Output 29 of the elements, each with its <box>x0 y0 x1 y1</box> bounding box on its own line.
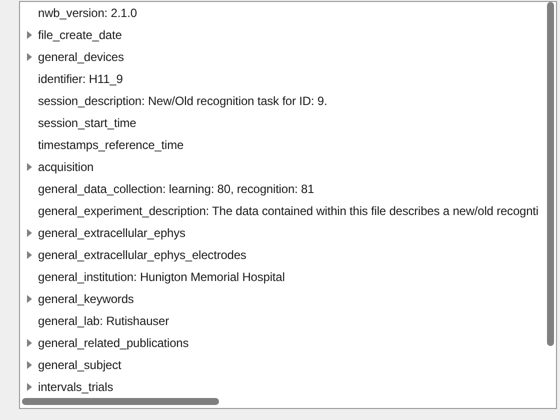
expand-arrow-icon[interactable] <box>27 251 32 259</box>
expand-arrow-icon[interactable] <box>27 383 32 391</box>
expand-arrow-icon[interactable] <box>27 295 32 303</box>
tree-item[interactable]: general_data_collection: learning: 80, recognition: 81 <box>38 180 314 198</box>
tree-item[interactable]: general_extracellular_ephys <box>38 224 186 242</box>
tree-item[interactable]: identifier: H11_9 <box>38 70 123 88</box>
tree-item[interactable]: general_experiment_description: The data contained within this file describes a new/old recognti <box>38 202 538 220</box>
tree-item[interactable]: timestamps_reference_time <box>38 136 184 154</box>
horizontal-scrollbar[interactable] <box>22 398 219 405</box>
tree-item[interactable]: general_devices <box>38 48 124 66</box>
expand-arrow-icon[interactable] <box>27 53 32 61</box>
tree-item[interactable]: acquisition <box>38 158 94 176</box>
tree-item[interactable]: file_create_date <box>38 26 122 44</box>
expand-arrow-icon[interactable] <box>27 229 32 237</box>
expand-arrow-icon[interactable] <box>27 31 32 39</box>
expand-arrow-icon[interactable] <box>27 163 32 171</box>
tree-item[interactable]: general_extracellular_ephys_electrodes <box>38 246 246 264</box>
tree-item[interactable]: general_keywords <box>38 290 134 308</box>
tree-item[interactable]: session_description: New/Old recognition task for ID: 9. <box>38 92 328 110</box>
tree-item[interactable]: general_related_publications <box>38 334 189 352</box>
tree-item[interactable]: general_lab: Rutishauser <box>38 312 170 330</box>
tree-item[interactable]: general_subject <box>38 356 122 374</box>
expand-arrow-icon[interactable] <box>27 361 32 369</box>
tree-item[interactable]: general_institution: Hunigton Memorial Hospital <box>38 268 285 286</box>
vertical-scrollbar[interactable] <box>547 2 554 346</box>
expand-arrow-icon[interactable] <box>27 339 32 347</box>
tree-item[interactable]: intervals_trials <box>38 378 114 396</box>
tree-item[interactable]: nwb_version: 2.1.0 <box>38 4 137 22</box>
tree-item[interactable]: session_start_time <box>38 114 136 132</box>
